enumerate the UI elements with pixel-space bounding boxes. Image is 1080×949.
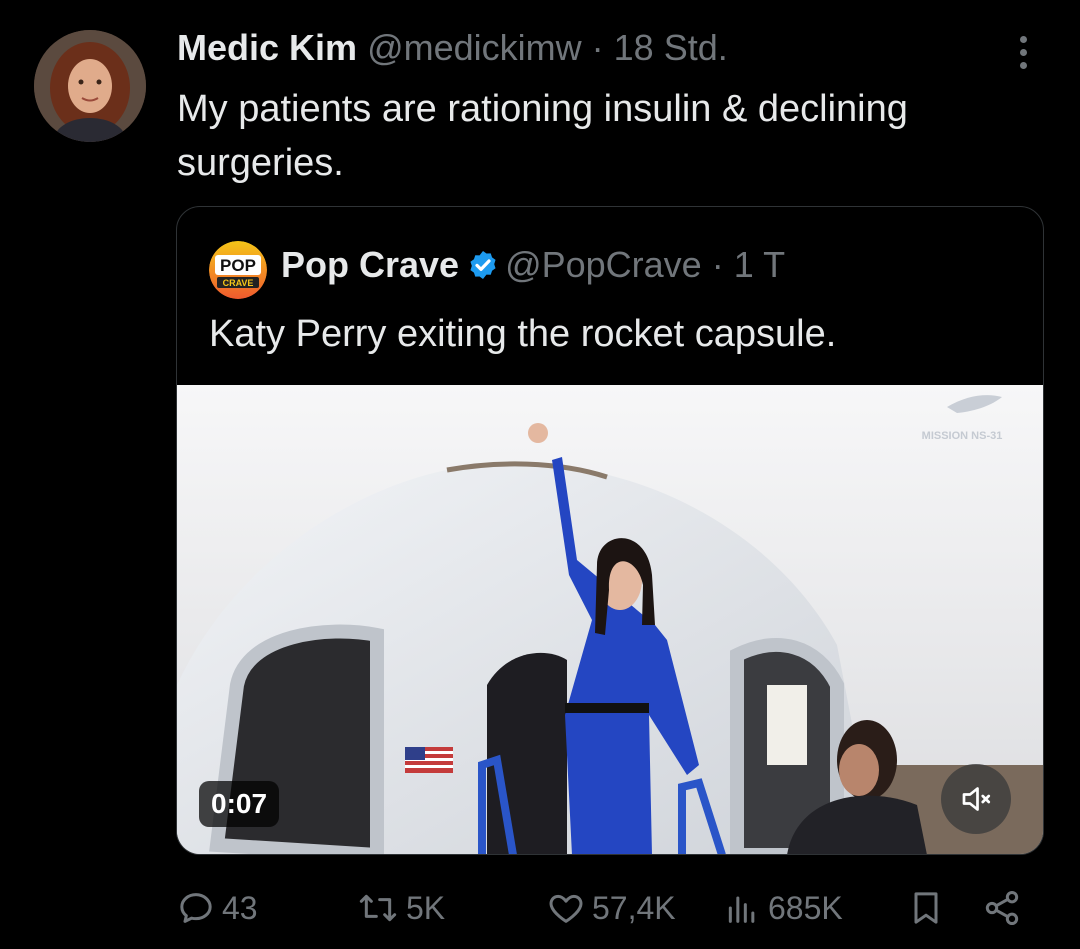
like-count: 57,4K: [592, 889, 676, 926]
separator-dot: ·: [711, 244, 724, 285]
more-icon[interactable]: [1010, 36, 1036, 76]
mute-icon[interactable]: [941, 764, 1011, 834]
video-player[interactable]: MISSION NS-31 0:07: [177, 385, 1043, 854]
svg-text:CRAVE: CRAVE: [223, 278, 254, 288]
reply-icon: [176, 888, 216, 928]
author-handle[interactable]: @medickimw: [367, 27, 582, 68]
video-timestamp: 0:07: [199, 781, 280, 827]
quote-time[interactable]: 1 T: [734, 244, 785, 285]
tweet-header: Medic Kim @medickimw · 18 Std.: [177, 26, 728, 70]
bookmark-icon[interactable]: [906, 888, 946, 928]
like-icon: [546, 888, 586, 928]
author-avatar[interactable]: [34, 30, 146, 142]
views-icon: [722, 888, 762, 928]
reply-button[interactable]: 43: [176, 888, 258, 928]
separator-dot: ·: [591, 27, 604, 68]
reply-count: 43: [222, 889, 258, 926]
view-count: 685K: [768, 889, 843, 926]
repost-button[interactable]: 5K: [356, 888, 445, 928]
repost-count: 5K: [406, 889, 446, 926]
svg-text:MISSION NS-31: MISSION NS-31: [922, 430, 1003, 442]
share-icon[interactable]: [982, 888, 1022, 928]
tweet-text: My patients are rationing insulin & decl…: [177, 88, 908, 184]
video-frame: MISSION NS-31: [177, 385, 1043, 854]
quote-author-name[interactable]: Pop Crave: [281, 244, 459, 285]
like-button[interactable]: 57,4K: [546, 888, 676, 928]
quote-header: Pop Crave @PopCrave · 1 T: [281, 243, 785, 291]
action-bar: 43 5K 57,4K 685K: [0, 880, 1080, 940]
quoted-tweet[interactable]: POP CRAVE Pop Crave @PopCrave · 1 T Katy …: [176, 206, 1044, 855]
quote-author-avatar[interactable]: POP CRAVE: [209, 241, 267, 299]
quote-author-handle[interactable]: @PopCrave: [505, 244, 702, 285]
tweet-time[interactable]: 18 Std.: [614, 27, 728, 68]
verified-badge-icon: [467, 247, 499, 291]
author-name[interactable]: Medic Kim: [177, 27, 357, 68]
repost-icon: [356, 888, 400, 928]
svg-text:POP: POP: [220, 256, 256, 275]
views-button[interactable]: 685K: [722, 888, 843, 928]
quote-text: Katy Perry exiting the rocket capsule.: [209, 313, 837, 355]
